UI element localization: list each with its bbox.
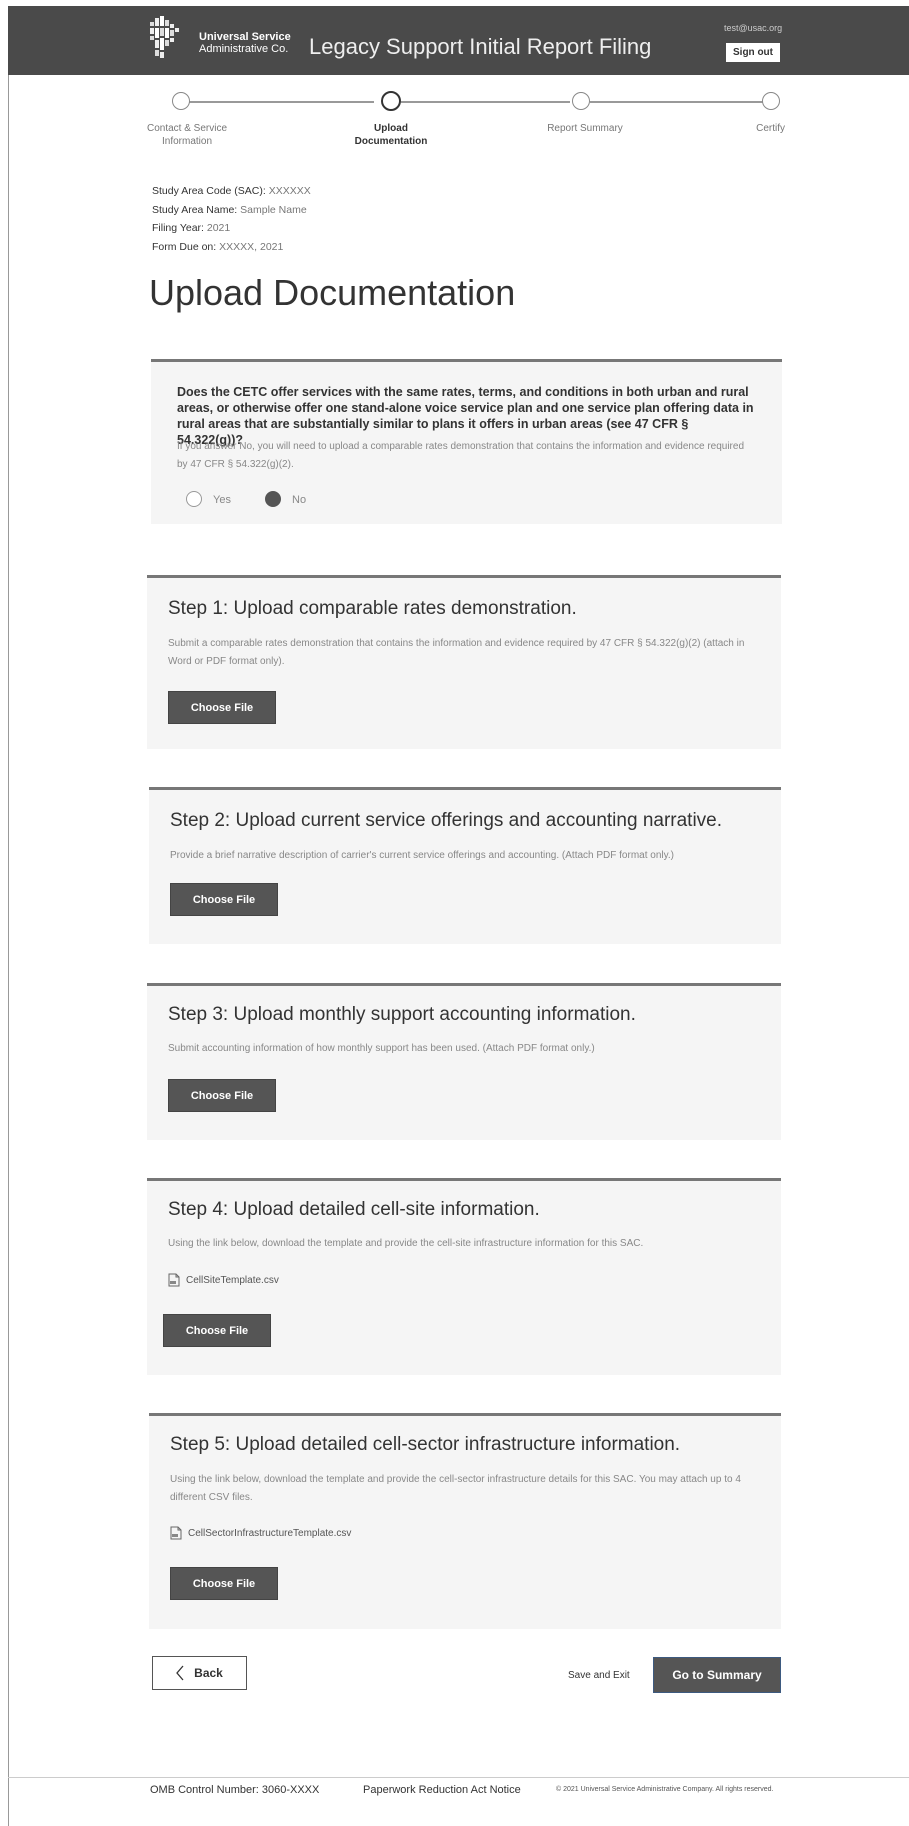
stepper-circle-contact[interactable] (172, 92, 190, 110)
step-4-panel: Step 4: Upload detailed cell-site inform… (147, 1178, 781, 1375)
study-area-name-value: Sample Name (240, 203, 307, 216)
go-to-summary-button[interactable]: Go to Summary (653, 1657, 781, 1693)
filing-year-value: 2021 (206, 222, 231, 234)
step-5-choose-file-button[interactable]: Choose File (170, 1567, 278, 1600)
back-button-label[interactable]: Back (194, 1666, 223, 1680)
filing-year-label: Filing Year: (152, 222, 204, 234)
copyright-notice: © 2021 Universal Service Administrative … (556, 1786, 774, 1793)
org-name-line1: Universal Service (199, 31, 291, 43)
sign-out-button[interactable]: Sign out (726, 43, 780, 62)
cell-site-template-filename[interactable]: CellSiteTemplate.csv (186, 1275, 279, 1286)
step-4-choose-file-button[interactable]: Choose File (163, 1314, 271, 1347)
filing-meta: Study Area Code (SAC): XXXXXX Study Area… (152, 182, 311, 256)
page-title: Upload Documentation (149, 272, 516, 313)
radio-no[interactable] (265, 491, 281, 507)
step-3-title: Step 3: Upload monthly support accountin… (168, 1004, 636, 1025)
cell-sector-template-link[interactable]: CellSectorInfrastructureTemplate.csv (170, 1526, 351, 1540)
sac-label: Study Area Code (SAC): (152, 185, 266, 197)
step-4-title: Step 4: Upload detailed cell-site inform… (168, 1199, 540, 1220)
app-title: Legacy Support Initial Report Filing (309, 34, 652, 59)
radio-no-label[interactable]: No (292, 494, 306, 506)
step-5-title: Step 5: Upload detailed cell-sector infr… (170, 1434, 681, 1455)
radio-yes-label[interactable]: Yes (213, 494, 231, 506)
cell-sector-template-filename[interactable]: CellSectorInfrastructureTemplate.csv (188, 1528, 351, 1539)
step-2-title: Step 2: Upload current service offerings… (170, 810, 723, 831)
stepper-circle-upload[interactable] (381, 91, 401, 111)
usac-logo-icon (150, 16, 179, 58)
paperwork-reduction-link[interactable]: Paperwork Reduction Act Notice (363, 1784, 521, 1796)
radio-yes[interactable] (186, 491, 202, 507)
step-5-description: Using the link below, download the templ… (170, 1474, 741, 1503)
org-name: Universal Service Administrative Co. (199, 31, 291, 55)
stepper-connector (401, 101, 570, 103)
csv-file-icon (170, 1526, 182, 1540)
step-1-choose-file-button[interactable]: Choose File (168, 691, 276, 724)
form-due-value: XXXXX, 2021 (219, 240, 284, 253)
stepper-label-certify: Certify (756, 123, 785, 134)
step-3-panel: Step 3: Upload monthly support accountin… (147, 983, 781, 1140)
stepper-label-upload: Upload Documentation (354, 123, 428, 147)
stepper-circle-certify[interactable] (762, 92, 780, 110)
step-1-panel: Step 1: Upload comparable rates demonstr… (147, 575, 781, 749)
question-panel: Does the CETC offer services with the sa… (151, 359, 782, 524)
study-area-name-label: Study Area Name: (152, 203, 238, 216)
stepper-label-contact: Contact & Service Information (146, 123, 228, 147)
stepper-circle-summary[interactable] (572, 92, 590, 110)
step-1-title: Step 1: Upload comparable rates demonstr… (168, 598, 577, 619)
sac-value: XXXXXX (268, 185, 311, 197)
chevron-left-icon (176, 1665, 184, 1681)
step-2-description: Provide a brief narrative description of… (170, 850, 674, 861)
stepper-connector (181, 101, 374, 103)
stepper-connector (590, 101, 763, 103)
step-1-description: Submit a comparable rates demonstration … (168, 638, 745, 667)
step-3-description: Submit accounting information of how mon… (168, 1043, 595, 1054)
csv-file-icon (168, 1273, 180, 1287)
org-name-line2: Administrative Co. (199, 43, 289, 55)
stepper-label-summary: Report Summary (547, 123, 623, 134)
step-3-choose-file-button[interactable]: Choose File (168, 1079, 276, 1112)
step-2-choose-file-button[interactable]: Choose File (170, 883, 278, 916)
back-button[interactable]: Back (152, 1656, 247, 1690)
user-email: test@usac.org (724, 23, 783, 33)
footer-divider (8, 1777, 909, 1778)
cell-site-template-link[interactable]: CellSiteTemplate.csv (168, 1273, 279, 1287)
question-help: If you answer No, you will need to uploa… (177, 441, 745, 470)
form-due-label: Form Due on: (152, 240, 217, 253)
step-2-panel: Step 2: Upload current service offerings… (149, 787, 781, 944)
step-5-panel: Step 5: Upload detailed cell-sector infr… (149, 1413, 781, 1629)
step-4-description: Using the link below, download the templ… (168, 1238, 644, 1249)
omb-control-number: OMB Control Number: 3060-XXXX (150, 1784, 320, 1796)
save-and-exit-link[interactable]: Save and Exit (568, 1670, 630, 1681)
